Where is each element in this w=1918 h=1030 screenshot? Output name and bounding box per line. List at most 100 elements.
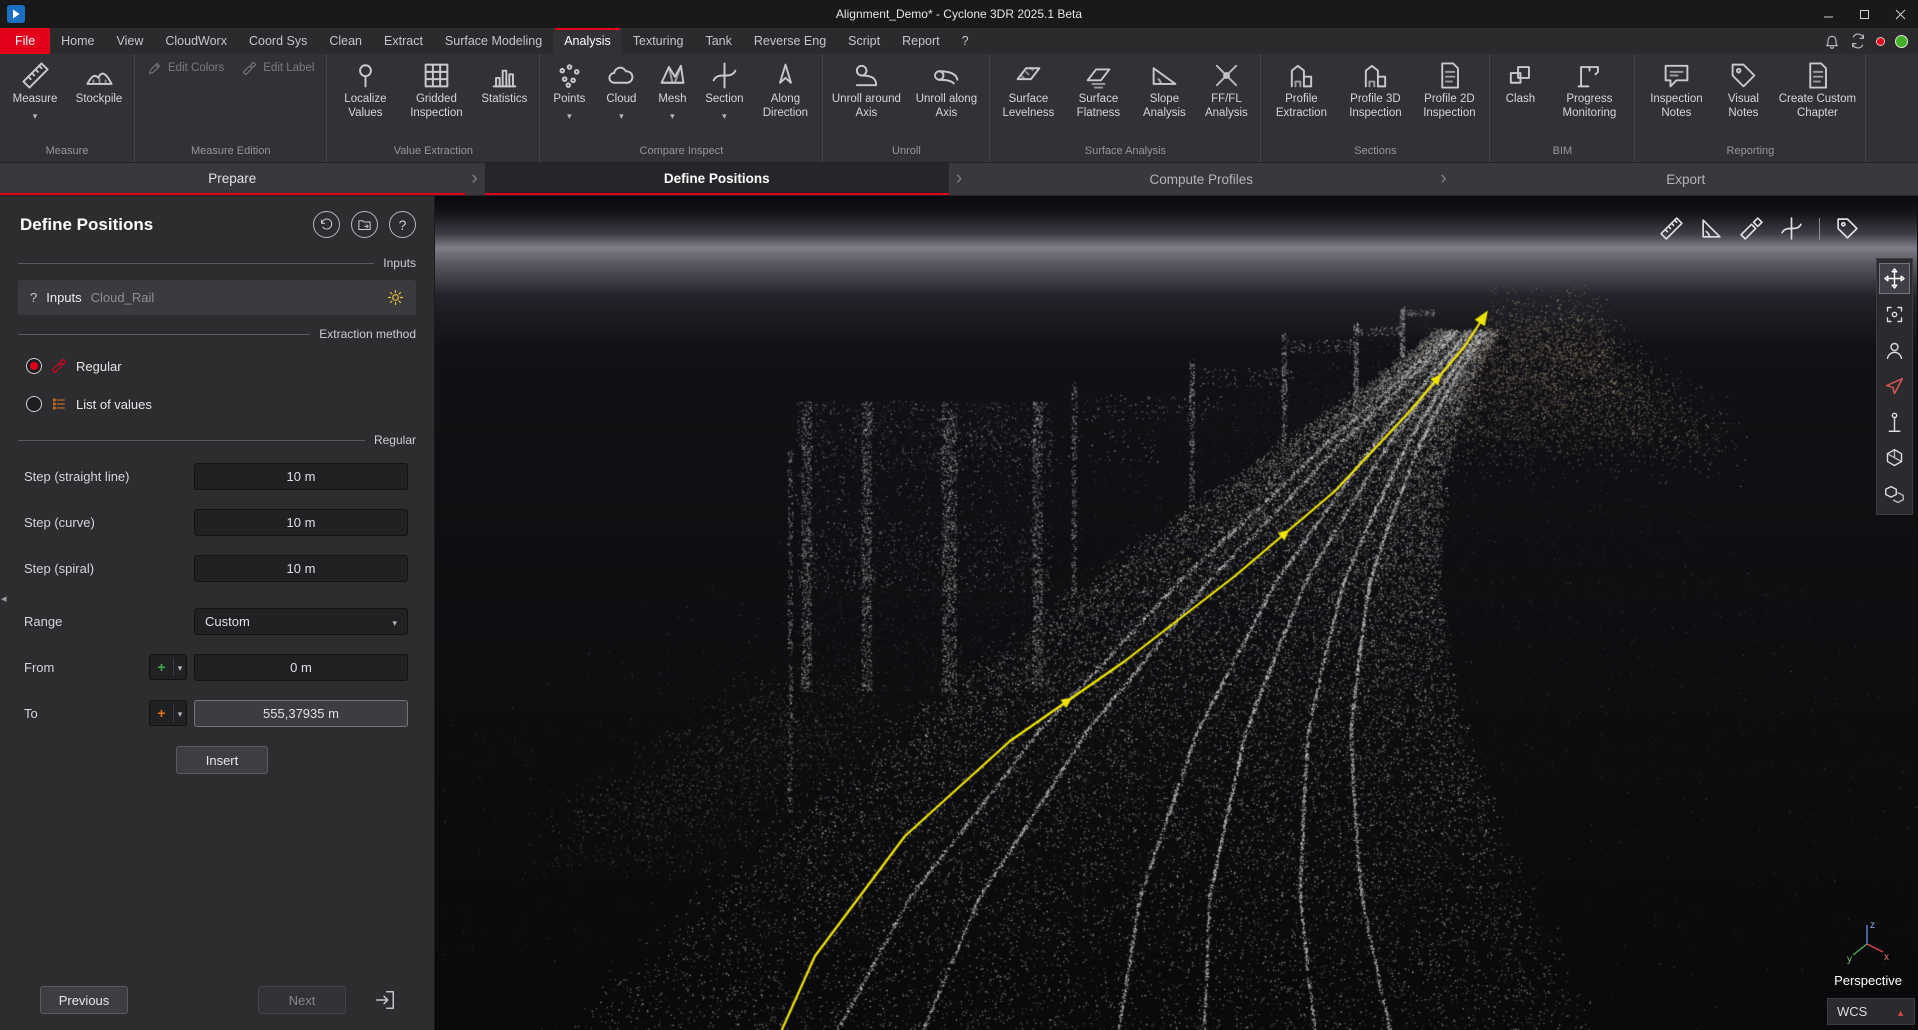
radio-button-list-of-values[interactable] — [26, 396, 42, 412]
insert-button[interactable]: Insert — [176, 746, 268, 774]
fly-icon — [1884, 376, 1905, 397]
view-cube-button[interactable] — [1880, 444, 1909, 473]
measure-button[interactable]: Measure — [3, 54, 67, 143]
tab-cloudworx[interactable]: CloudWorx — [154, 28, 238, 54]
edit-colors-button[interactable]: Edit Colors — [138, 54, 233, 80]
panel-collapse-handle[interactable] — [1, 592, 7, 605]
create-custom-chapter-button[interactable]: Create Custom Chapter — [1772, 54, 1862, 143]
step-curve-input[interactable]: 10 m — [194, 509, 408, 536]
tab-surface-modeling[interactable]: Surface Modeling — [434, 28, 553, 54]
next-button[interactable]: Next — [258, 986, 346, 1014]
unroll-along-axis-button[interactable]: Unroll along Axis — [906, 54, 986, 143]
notifications-bell-icon[interactable] — [1824, 33, 1840, 49]
measure-quick-icon[interactable] — [1779, 216, 1804, 241]
file-menu-button[interactable]: File — [0, 28, 50, 54]
tab-report[interactable]: Report — [891, 28, 951, 54]
inspection-notes-button[interactable]: Inspection Notes — [1638, 54, 1714, 143]
tab-texturing[interactable]: Texturing — [622, 28, 695, 54]
wcs-selector[interactable]: WCS — [1827, 998, 1915, 1025]
visibility-toggle-button[interactable] — [387, 289, 404, 306]
close-button[interactable] — [1882, 0, 1918, 28]
tab-script[interactable]: Script — [837, 28, 891, 54]
wizard-step-define-positions[interactable]: Define Positions — [485, 163, 950, 195]
step-spiral-input[interactable]: 10 m — [194, 555, 408, 582]
surface-flatness-button[interactable]: Surface Flatness — [1063, 54, 1133, 143]
point-cloud-scene[interactable] — [435, 196, 1917, 1030]
zoom-target-button[interactable] — [1880, 300, 1909, 329]
group-label-bim: BIM — [1493, 143, 1631, 162]
unroll-around-axis-button[interactable]: Unroll around Axis — [826, 54, 906, 143]
clash-icon — [1506, 61, 1535, 90]
multi-view-button[interactable] — [1880, 480, 1909, 509]
pole-elevation-button[interactable] — [1880, 408, 1909, 437]
profile-2d-inspection-button[interactable]: Profile 2D Inspection — [1412, 54, 1486, 143]
tab-analysis[interactable]: Analysis — [553, 28, 622, 54]
measure-annotate-icon[interactable] — [1739, 216, 1764, 241]
gridded-inspection-button[interactable]: Gridded Inspection — [400, 54, 472, 143]
compare-section-button[interactable]: Section — [697, 54, 751, 143]
visual-notes-button[interactable]: Visual Notes — [1714, 54, 1772, 143]
stockpile-button[interactable]: Stockpile — [67, 54, 131, 143]
wizard-step-export[interactable]: Export — [1454, 163, 1918, 195]
first-person-view-button[interactable] — [1880, 336, 1909, 365]
reset-history-button[interactable] — [313, 211, 340, 238]
radio-button-regular[interactable] — [26, 358, 42, 374]
along-direction-button[interactable]: Along Direction — [751, 54, 819, 143]
step-chevron-icon — [465, 163, 485, 195]
tab-extract[interactable]: Extract — [373, 28, 434, 54]
group-label-measure-edition: Measure Edition — [138, 143, 323, 162]
from-point-picker[interactable]: + — [149, 654, 187, 680]
wizard-step-compute-profiles[interactable]: Compute Profiles — [969, 163, 1434, 195]
orbit-tool-button[interactable] — [1880, 264, 1909, 293]
axis-x-label: x — [1884, 952, 1889, 963]
sync-updates-icon[interactable] — [1850, 33, 1866, 49]
step-chevron-icon — [949, 163, 969, 195]
compare-points-button[interactable]: Points — [543, 54, 595, 143]
exit-wizard-button[interactable] — [374, 989, 396, 1011]
open-results-button[interactable] — [351, 211, 378, 238]
compare-mesh-button[interactable]: Mesh — [647, 54, 697, 143]
statistics-button[interactable]: Statistics — [472, 54, 536, 143]
previous-button[interactable]: Previous — [40, 986, 128, 1014]
minimize-button[interactable] — [1810, 0, 1846, 28]
measure-distance-icon[interactable] — [1659, 216, 1684, 241]
measure-angle-icon[interactable] — [1699, 216, 1724, 241]
surface-levelness-button[interactable]: Surface Levelness — [993, 54, 1063, 143]
profile-3d-inspection-button[interactable]: Profile 3D Inspection — [1338, 54, 1412, 143]
tab-clean[interactable]: Clean — [318, 28, 373, 54]
inputs-row[interactable]: ? Inputs Cloud_Rail — [18, 280, 416, 315]
maximize-button[interactable] — [1846, 0, 1882, 28]
radio-option-regular[interactable]: Regular — [26, 358, 408, 374]
localize-values-button[interactable]: Localize Values — [330, 54, 400, 143]
fffl-icon — [1212, 61, 1241, 90]
fffl-analysis-button[interactable]: FF/FL Analysis — [1195, 54, 1257, 143]
edit-label-button[interactable]: Edit Label — [233, 54, 323, 80]
to-input[interactable]: 555,37935 m — [194, 700, 408, 727]
fly-mode-button[interactable] — [1880, 372, 1909, 401]
tab-tank[interactable]: Tank — [694, 28, 742, 54]
clash-button[interactable]: Clash — [1493, 54, 1547, 143]
help-button[interactable]: ? — [389, 211, 416, 238]
tab-reverse-eng[interactable]: Reverse Eng — [743, 28, 837, 54]
projection-mode-label: Perspective — [1834, 973, 1902, 988]
mesh-icon — [658, 61, 687, 90]
from-label: From — [24, 660, 149, 675]
from-input[interactable]: 0 m — [194, 654, 408, 681]
chapter-document-icon — [1803, 61, 1832, 90]
wizard-step-prepare[interactable]: Prepare — [0, 163, 465, 195]
compare-cloud-button[interactable]: Cloud — [595, 54, 647, 143]
tab-coord-sys[interactable]: Coord Sys — [238, 28, 318, 54]
tab-view[interactable]: View — [106, 28, 155, 54]
tab-help[interactable]: ? — [951, 28, 980, 54]
radio-option-list-of-values[interactable]: List of values — [26, 396, 408, 412]
slope-analysis-button[interactable]: Slope Analysis — [1133, 54, 1195, 143]
step-straight-input[interactable]: 10 m — [194, 463, 408, 490]
progress-monitoring-button[interactable]: Progress Monitoring — [1547, 54, 1631, 143]
to-point-picker[interactable]: + — [149, 700, 187, 726]
profile-extraction-button[interactable]: Profile Extraction — [1264, 54, 1338, 143]
range-dropdown[interactable]: Custom — [194, 608, 408, 635]
section-icon — [710, 61, 739, 90]
tab-home[interactable]: Home — [50, 28, 105, 54]
record-status-icon — [1876, 37, 1885, 46]
label-tool-icon[interactable] — [1835, 216, 1860, 241]
